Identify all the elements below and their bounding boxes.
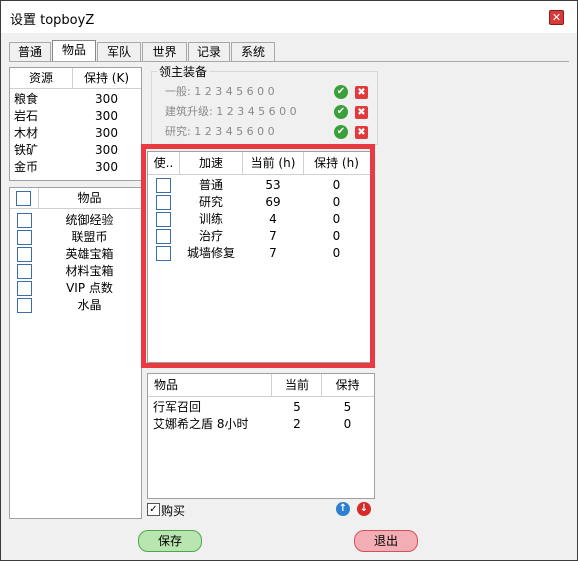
purchase-current: 5 bbox=[293, 400, 301, 414]
list-item[interactable]: 统御经验 bbox=[10, 212, 141, 229]
resource-name: 木材 bbox=[14, 126, 39, 140]
resource-value: 300 bbox=[95, 143, 118, 157]
table-row[interactable]: 艾娜希之盾 8小时 2 0 bbox=[148, 416, 374, 433]
items-header: 物品 bbox=[10, 188, 141, 209]
close-icon[interactable]: ✕ bbox=[549, 10, 564, 25]
purchase-header-current[interactable]: 当前 bbox=[273, 374, 322, 396]
cancel-icon[interactable]: ✖ bbox=[355, 106, 368, 119]
purchase-header-name[interactable]: 物品 bbox=[148, 374, 272, 396]
resource-value: 300 bbox=[95, 160, 118, 174]
buy-checkbox[interactable]: ✓ bbox=[147, 503, 160, 516]
equipment-row-label: 研究: 1 2 3 4 5 6 0 0 bbox=[165, 125, 275, 138]
tab-system[interactable]: 系统 bbox=[231, 42, 275, 62]
lord-equipment-title: 领主装备 bbox=[157, 63, 210, 80]
resource-name: 粮食 bbox=[14, 92, 39, 106]
buy-label: 购买 bbox=[161, 504, 186, 518]
cancel-icon[interactable]: ✖ bbox=[355, 86, 368, 99]
exit-button[interactable]: 退出 bbox=[354, 530, 418, 552]
resource-name: 铁矿 bbox=[14, 143, 39, 157]
equipment-row-label: 建筑升级: 1 2 3 4 5 6 0 0 bbox=[165, 105, 297, 118]
purchase-header-keep[interactable]: 保持 bbox=[322, 374, 373, 396]
item-checkbox[interactable] bbox=[17, 281, 32, 296]
tab-divider bbox=[9, 61, 569, 62]
items-header-name[interactable]: 物品 bbox=[39, 188, 140, 208]
list-item[interactable]: VIP 点数 bbox=[10, 280, 141, 297]
resource-value: 300 bbox=[95, 126, 118, 140]
list-item[interactable]: 英雄宝箱 bbox=[10, 246, 141, 263]
title-bar: 设置 topboyZ ✕ bbox=[1, 1, 577, 33]
resources-header-keep[interactable]: 保持 (K) bbox=[73, 68, 140, 88]
purchase-keep[interactable]: 0 bbox=[322, 416, 373, 433]
tab-world[interactable]: 世界 bbox=[142, 42, 187, 62]
equipment-row-label: 一般: 1 2 3 4 5 6 0 0 bbox=[165, 85, 275, 98]
tab-general[interactable]: 普通 bbox=[9, 42, 51, 62]
check-icon[interactable]: ✔ bbox=[334, 125, 348, 139]
item-checkbox[interactable] bbox=[17, 298, 32, 313]
move-up-icon[interactable]: ↑ bbox=[336, 502, 350, 516]
purchase-name: 行军召回 bbox=[153, 400, 202, 414]
resource-name: 金币 bbox=[14, 160, 39, 174]
list-item[interactable]: 材料宝箱 bbox=[10, 263, 141, 280]
purchase-name: 艾娜希之盾 8小时 bbox=[153, 417, 249, 431]
item-checkbox[interactable] bbox=[17, 230, 32, 245]
item-checkbox[interactable] bbox=[17, 213, 32, 228]
resources-table: 资源 保持 (K) 粮食 300 岩石 300 木材 300 铁矿 300 金币… bbox=[9, 67, 142, 181]
highlight-frame bbox=[141, 144, 375, 368]
table-row[interactable]: 行军召回 5 5 bbox=[148, 399, 374, 416]
window-title: 设置 topboyZ bbox=[10, 13, 95, 28]
item-name: 材料宝箱 bbox=[65, 264, 114, 278]
purchase-table: 物品 当前 保持 行军召回 5 5 艾娜希之盾 8小时 2 0 bbox=[147, 373, 375, 499]
check-icon[interactable]: ✔ bbox=[334, 85, 348, 99]
select-all-checkbox[interactable] bbox=[16, 191, 31, 206]
purchase-header: 物品 当前 保持 bbox=[148, 374, 374, 397]
cancel-icon[interactable]: ✖ bbox=[355, 126, 368, 139]
purchase-current: 2 bbox=[293, 417, 301, 431]
item-name: 统御经验 bbox=[65, 213, 114, 227]
tab-items[interactable]: 物品 bbox=[52, 40, 96, 62]
table-row[interactable]: 粮食 300 bbox=[10, 91, 141, 108]
tab-log[interactable]: 记录 bbox=[188, 42, 230, 62]
item-checkbox[interactable] bbox=[17, 264, 32, 279]
save-button[interactable]: 保存 bbox=[138, 530, 202, 552]
list-item[interactable]: 水晶 bbox=[10, 297, 141, 314]
resource-value: 300 bbox=[95, 92, 118, 106]
table-row[interactable]: 金币 300 bbox=[10, 159, 141, 176]
tab-army[interactable]: 军队 bbox=[97, 42, 141, 62]
table-row[interactable]: 岩石 300 bbox=[10, 108, 141, 125]
table-row[interactable]: 铁矿 300 bbox=[10, 142, 141, 159]
resources-header-name[interactable]: 资源 bbox=[10, 68, 73, 88]
table-row[interactable]: 木材 300 bbox=[10, 125, 141, 142]
move-down-icon[interactable]: ↓ bbox=[357, 502, 371, 516]
item-name: VIP 点数 bbox=[66, 281, 113, 295]
settings-window: 设置 topboyZ ✕ 普通 物品 军队 世界 记录 系统 资源 保持 (K)… bbox=[0, 0, 578, 561]
items-header-check[interactable] bbox=[10, 188, 39, 208]
purchase-keep[interactable]: 5 bbox=[322, 399, 373, 416]
resources-header: 资源 保持 (K) bbox=[10, 68, 141, 89]
resource-value: 300 bbox=[95, 109, 118, 123]
check-icon[interactable]: ✔ bbox=[334, 105, 348, 119]
item-checkbox[interactable] bbox=[17, 247, 32, 262]
resource-name: 岩石 bbox=[14, 109, 39, 123]
list-item[interactable]: 联盟币 bbox=[10, 229, 141, 246]
item-name: 英雄宝箱 bbox=[65, 247, 114, 261]
item-name: 联盟币 bbox=[71, 230, 108, 244]
item-name: 水晶 bbox=[77, 298, 102, 312]
items-table: 物品 统御经验 联盟币 英雄宝箱 材料宝箱 VIP 点数 水晶 bbox=[9, 187, 142, 519]
